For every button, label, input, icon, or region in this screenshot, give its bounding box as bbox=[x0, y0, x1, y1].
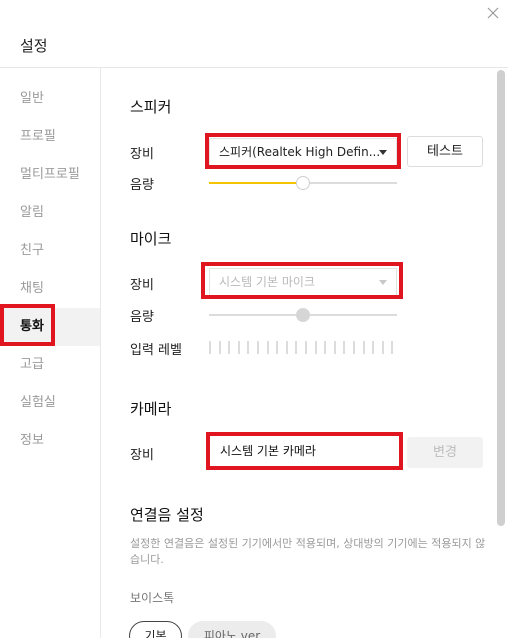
meter-tick bbox=[218, 341, 221, 354]
meter-tick bbox=[353, 341, 355, 354]
mic-input-level-label: 입력 레벨 bbox=[130, 343, 182, 358]
meter-tick bbox=[257, 341, 259, 354]
voicetalk-label: 보이스톡 bbox=[130, 591, 175, 605]
sidebar-item-notifications[interactable]: 알림 bbox=[0, 194, 100, 232]
meter-tick bbox=[305, 341, 307, 354]
speaker-test-button[interactable]: 테스트 bbox=[407, 136, 483, 167]
speaker-volume-thumb[interactable] bbox=[296, 176, 310, 190]
close-button[interactable] bbox=[486, 6, 500, 20]
camera-device-value: 시스템 기본 카메라 bbox=[220, 444, 316, 458]
scrollbar-thumb[interactable] bbox=[497, 70, 505, 526]
meter-tick bbox=[314, 341, 317, 354]
mic-device-select[interactable]: 시스템 기본 마이크 bbox=[209, 268, 397, 296]
sidebar-item-info[interactable]: 정보 bbox=[0, 422, 100, 460]
window-title: 설정 bbox=[20, 37, 48, 55]
meter-tick bbox=[381, 341, 384, 354]
sidebar-item-lab[interactable]: 실험실 bbox=[0, 384, 100, 422]
speaker-device-select[interactable]: 스피커(Realtek High Defin... bbox=[209, 138, 397, 166]
meter-tick bbox=[333, 341, 336, 354]
meter-tick bbox=[266, 341, 269, 354]
mic-device-label: 장비 bbox=[130, 278, 154, 293]
meter-tick bbox=[285, 341, 288, 354]
sidebar-item-friends[interactable]: 친구 bbox=[0, 232, 100, 270]
meter-tick bbox=[276, 341, 279, 354]
meter-tick bbox=[324, 341, 327, 354]
ringtone-section-title: 연결음 설정 bbox=[130, 506, 204, 524]
sidebar-item-chat[interactable]: 채팅 bbox=[0, 270, 100, 308]
meter-tick bbox=[228, 341, 231, 354]
ringtone-note: 설정한 연결음은 설정된 기기에서만 적용되며, 상대방의 기기에는 적용되지 … bbox=[130, 537, 486, 566]
meter-tick bbox=[391, 341, 394, 354]
mic-volume-thumb[interactable] bbox=[296, 308, 310, 322]
mic-input-level-meter bbox=[209, 341, 399, 354]
sidebar-item-call[interactable]: 통화 bbox=[0, 308, 100, 346]
meter-tick bbox=[247, 341, 250, 354]
sidebar: 일반 프로필 멀티프로필 알림 친구 채팅 통화 고급 실험실 정보 bbox=[0, 68, 101, 638]
meter-tick bbox=[343, 341, 346, 354]
speaker-section-title: 스피커 bbox=[130, 98, 172, 116]
speaker-volume-slider[interactable] bbox=[209, 176, 397, 190]
meter-tick bbox=[372, 341, 375, 354]
speaker-volume-label: 음량 bbox=[130, 178, 154, 193]
speaker-volume-fill bbox=[209, 182, 303, 184]
meter-tick bbox=[362, 341, 365, 354]
speaker-device-value: 스피커(Realtek High Defin... bbox=[219, 145, 381, 159]
meter-tick bbox=[295, 341, 298, 354]
sidebar-item-advanced[interactable]: 고급 bbox=[0, 346, 100, 384]
mic-volume-label: 음량 bbox=[130, 310, 154, 325]
ringtone-option-basic[interactable]: 기본 bbox=[129, 621, 182, 638]
ringtone-option-piano[interactable]: 피아노 ver bbox=[188, 621, 276, 638]
mic-device-value: 시스템 기본 마이크 bbox=[219, 275, 315, 289]
chevron-down-icon bbox=[379, 280, 387, 285]
meter-tick bbox=[209, 341, 211, 354]
mic-section-title: 마이크 bbox=[130, 230, 172, 248]
chevron-down-icon bbox=[379, 150, 387, 155]
speaker-device-label: 장비 bbox=[130, 147, 154, 162]
camera-section-title: 카메라 bbox=[130, 400, 172, 418]
sidebar-item-profile[interactable]: 프로필 bbox=[0, 118, 100, 156]
camera-change-button[interactable]: 변경 bbox=[407, 437, 483, 468]
meter-tick bbox=[237, 341, 240, 354]
close-icon bbox=[487, 7, 499, 19]
mic-volume-slider[interactable] bbox=[209, 308, 397, 322]
camera-device-label: 장비 bbox=[130, 448, 154, 463]
sidebar-item-general[interactable]: 일반 bbox=[0, 80, 100, 118]
sidebar-item-multiprofile[interactable]: 멀티프로필 bbox=[0, 156, 100, 194]
